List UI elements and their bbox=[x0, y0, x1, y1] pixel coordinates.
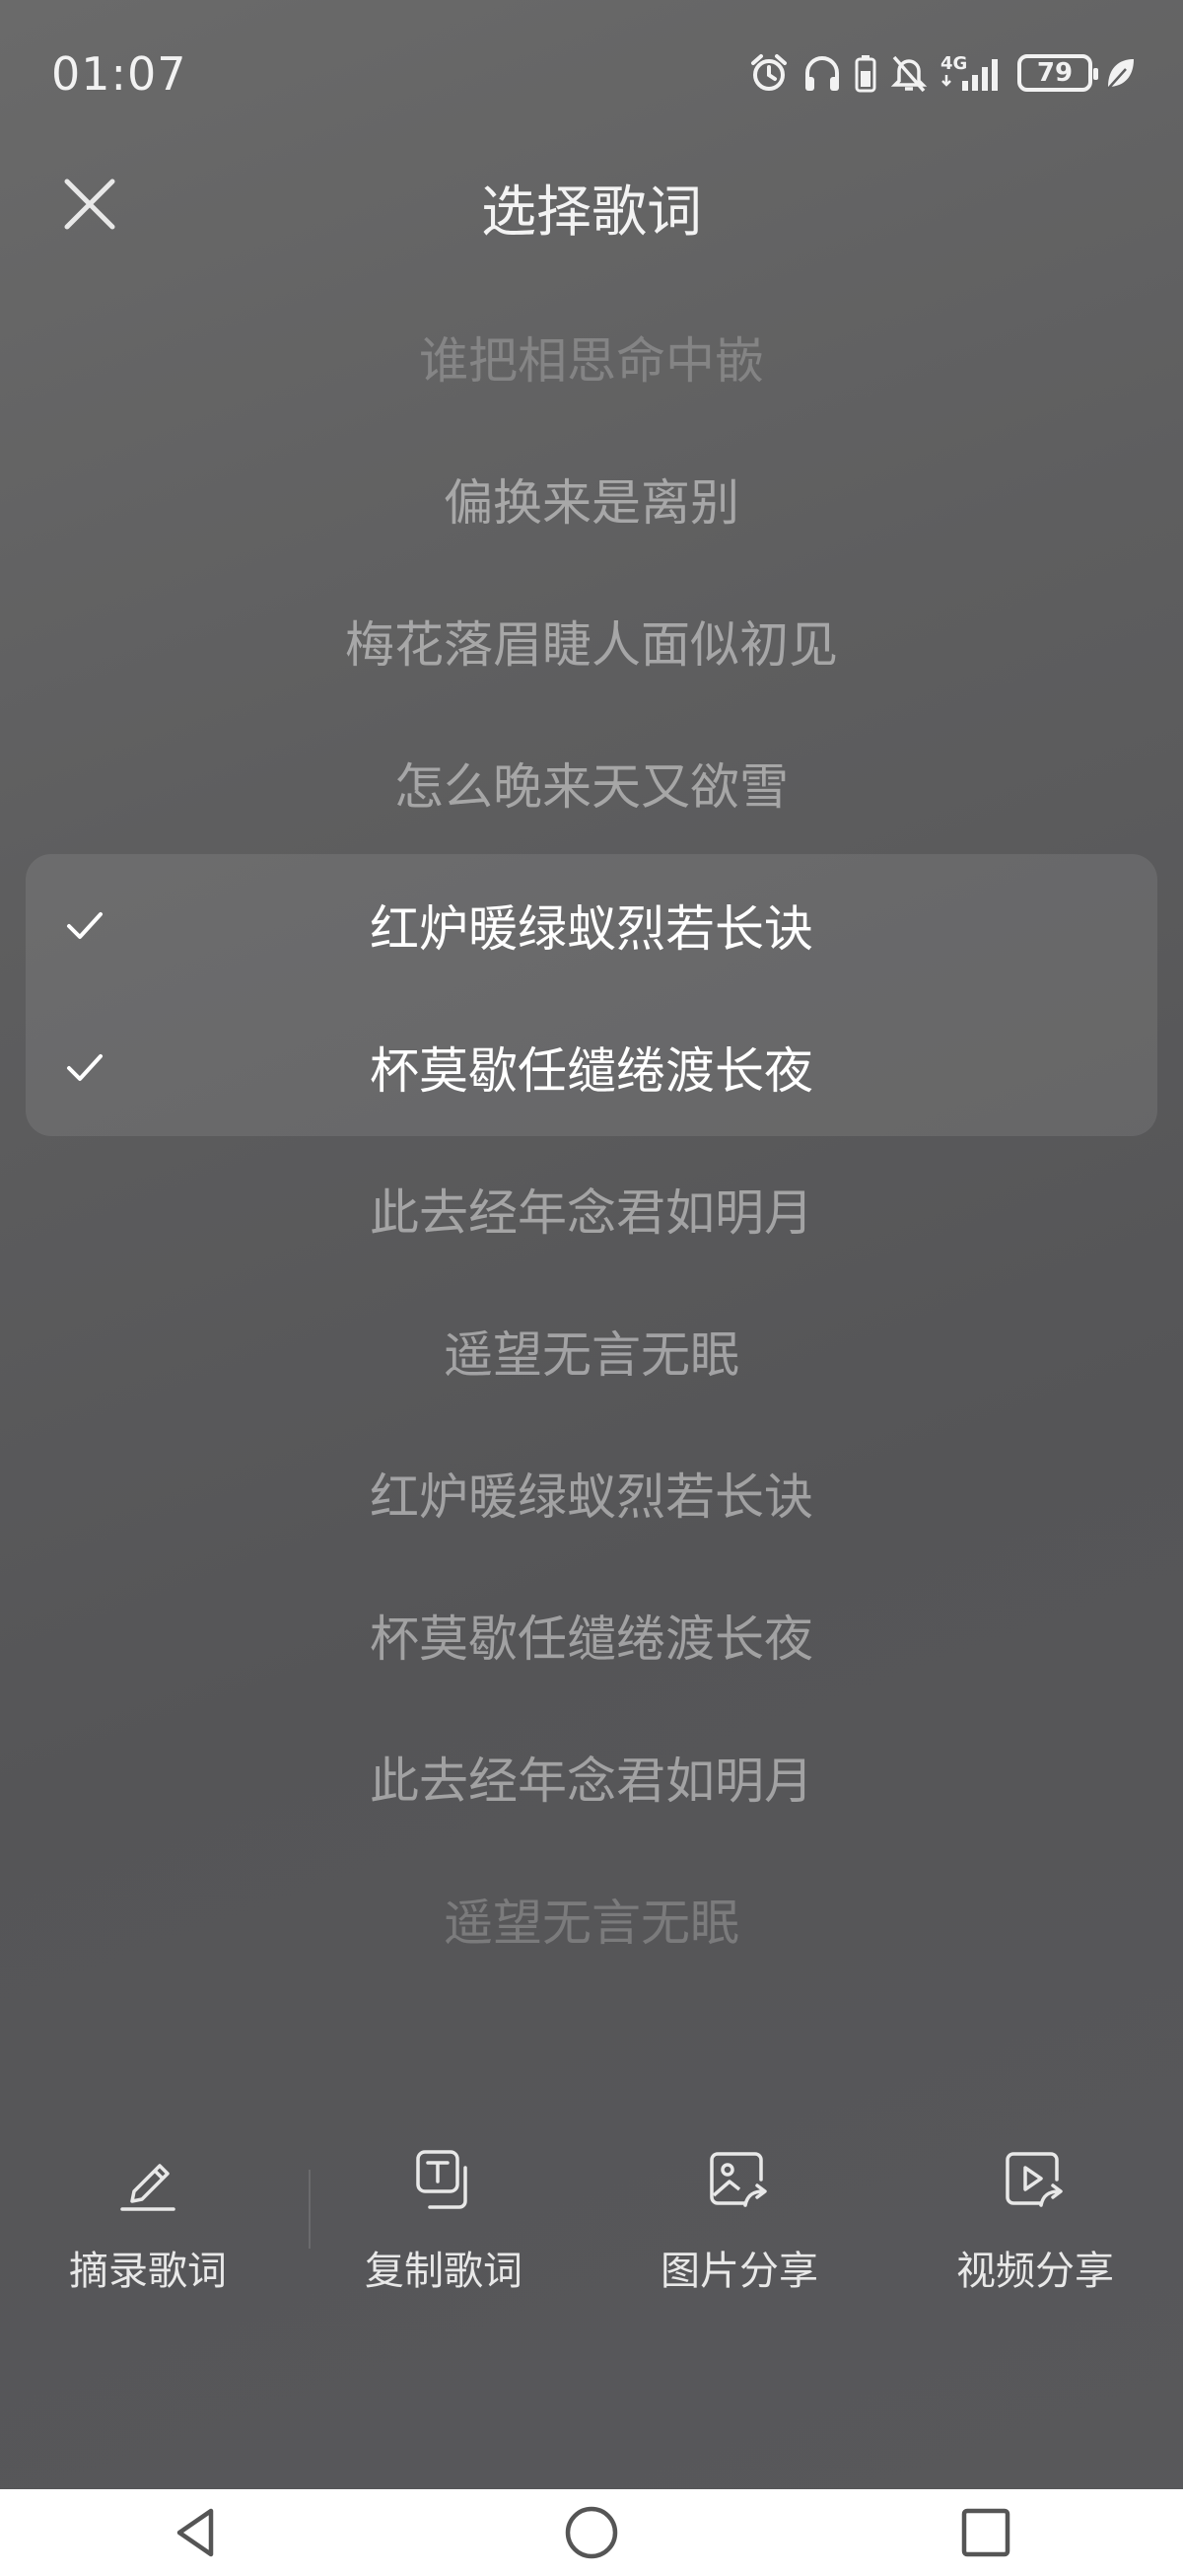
copy-text-icon bbox=[416, 2150, 467, 2209]
lyric-line-selected[interactable]: 红炉暖绿蚁烈若长诀 bbox=[0, 854, 1183, 996]
recents-square-icon bbox=[961, 2508, 1010, 2557]
lyric-line-selected[interactable]: 杯莫歇任缱绻渡长夜 bbox=[0, 996, 1183, 1138]
nav-recents-button[interactable] bbox=[941, 2489, 1030, 2576]
video-share-button[interactable]: 视频分享 bbox=[887, 2140, 1183, 2298]
copy-lyrics-button[interactable]: 复制歌词 bbox=[296, 2140, 592, 2298]
page-title: 选择歌词 bbox=[481, 180, 702, 245]
action-label: 摘录歌词 bbox=[69, 2249, 227, 2294]
action-bar: 摘录歌词 复制歌词 图片分享 视频分享 bbox=[0, 2140, 1183, 2298]
action-label: 图片分享 bbox=[661, 2249, 818, 2294]
lyric-line[interactable]: 遥望无言无眠 bbox=[0, 1848, 1183, 1990]
alarm-icon bbox=[751, 54, 787, 91]
home-circle-icon bbox=[565, 2506, 618, 2559]
lyric-text: 偏换来是离别 bbox=[444, 474, 739, 532]
lyric-text: 杯莫歇任缱绻渡长夜 bbox=[370, 1610, 813, 1668]
pencil-icon bbox=[120, 2164, 175, 2211]
checkmark-icon bbox=[67, 912, 103, 939]
header: 选择歌词 bbox=[0, 148, 1183, 256]
lyric-text: 杯莫歇任缱绻渡长夜 bbox=[370, 1042, 813, 1100]
lyric-line[interactable]: 杯莫歇任缱绻渡长夜 bbox=[0, 1564, 1183, 1706]
lyric-line[interactable]: 谁把相思命中嵌 bbox=[0, 286, 1183, 428]
action-label: 视频分享 bbox=[956, 2249, 1114, 2294]
lyric-line[interactable]: 遥望无言无眠 bbox=[0, 1280, 1183, 1422]
svg-text:4G: 4G bbox=[940, 53, 967, 74]
lyric-text: 此去经年念君如明月 bbox=[370, 1184, 813, 1242]
lyric-line[interactable]: 此去经年念君如明月 bbox=[0, 1706, 1183, 1848]
lyric-line[interactable]: 梅花落眉睫人面似初见 bbox=[0, 570, 1183, 712]
lyrics-list: 谁把相思命中嵌 偏换来是离别 梅花落眉睫人面似初见 怎么晚来天又欲雪 红炉暖绿蚁… bbox=[0, 286, 1183, 1990]
lyric-text: 红炉暖绿蚁烈若长诀 bbox=[370, 900, 813, 958]
lyric-text: 怎么晚来天又欲雪 bbox=[394, 758, 789, 816]
lyric-text: 梅花落眉睫人面似初见 bbox=[345, 616, 838, 674]
lyric-text: 遥望无言无眠 bbox=[444, 1326, 739, 1384]
status-icons: 4G 79 bbox=[747, 51, 1138, 95]
lyric-line[interactable]: 此去经年念君如明月 bbox=[0, 1138, 1183, 1280]
nav-home-button[interactable] bbox=[547, 2489, 636, 2576]
image-share-button[interactable]: 图片分享 bbox=[592, 2140, 887, 2298]
headphones-icon bbox=[805, 56, 839, 91]
action-label: 复制歌词 bbox=[365, 2249, 522, 2294]
lyric-text: 谁把相思命中嵌 bbox=[419, 332, 764, 390]
lyric-line[interactable]: 红炉暖绿蚁烈若长诀 bbox=[0, 1422, 1183, 1564]
battery-saver-icon bbox=[855, 55, 876, 93]
4g-signal-icon: 4G bbox=[940, 53, 998, 91]
nav-back-button[interactable] bbox=[153, 2489, 242, 2576]
lyric-text: 红炉暖绿蚁烈若长诀 bbox=[370, 1468, 813, 1526]
lyric-line[interactable]: 偏换来是离别 bbox=[0, 428, 1183, 570]
mute-icon bbox=[890, 55, 928, 93]
back-triangle-icon bbox=[176, 2508, 214, 2557]
lyric-line[interactable]: 怎么晚来天又欲雪 bbox=[0, 712, 1183, 854]
system-nav-bar bbox=[0, 2489, 1183, 2576]
lyric-text: 遥望无言无眠 bbox=[444, 1895, 739, 1952]
video-share-icon bbox=[1006, 2152, 1063, 2207]
battery-level: 79 bbox=[1036, 58, 1074, 88]
excerpt-lyrics-button[interactable]: 摘录歌词 bbox=[0, 2140, 296, 2298]
checkmark-icon bbox=[67, 1054, 103, 1081]
leaf-icon bbox=[1107, 59, 1134, 90]
status-time: 01:07 bbox=[51, 47, 187, 101]
image-share-icon bbox=[710, 2152, 767, 2207]
status-bar: 01:07 4G 79 bbox=[0, 0, 1183, 148]
battery-icon: 79 bbox=[1017, 54, 1098, 92]
lyric-text: 此去经年念君如明月 bbox=[370, 1753, 813, 1810]
